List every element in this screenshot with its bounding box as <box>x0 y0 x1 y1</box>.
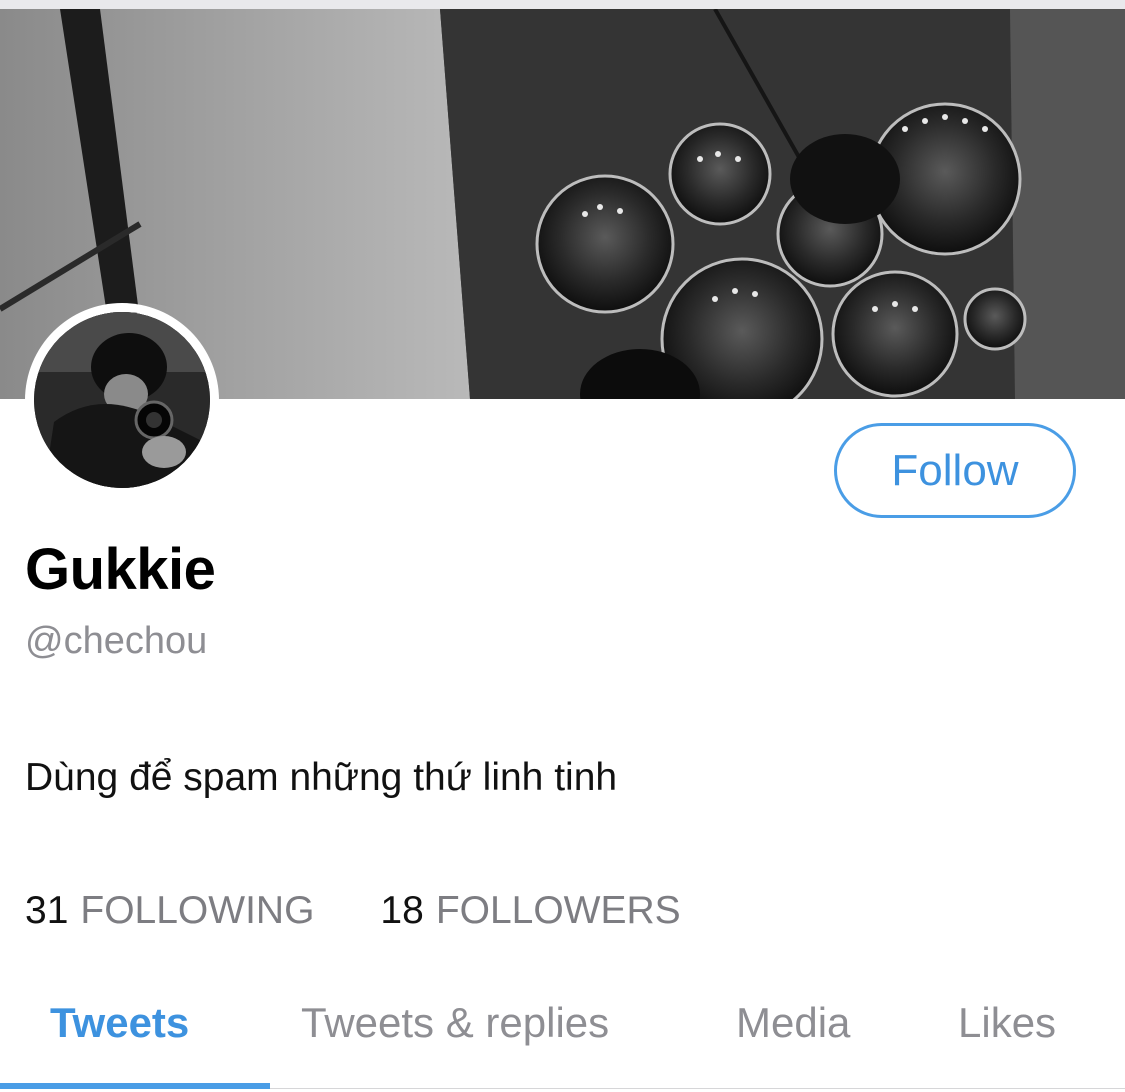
status-strip <box>0 0 1125 9</box>
tab-tweets[interactable]: Tweets <box>50 999 189 1047</box>
profile-avatar[interactable] <box>25 303 219 497</box>
tab-media[interactable]: Media <box>736 999 850 1047</box>
followers-stat[interactable]: 18 FOLLOWERS <box>380 889 680 933</box>
tab-tweets-and-replies[interactable]: Tweets & replies <box>301 999 609 1047</box>
profile-page: Follow Gukkie @chechou Dùng để spam nhữn… <box>0 0 1125 1092</box>
follow-button[interactable]: Follow <box>834 423 1076 518</box>
followers-count: 18 <box>380 889 424 932</box>
profile-tabs: Tweets Tweets & replies Media Likes <box>0 975 1125 1092</box>
profile-bio: Dùng để spam những thứ linh tinh <box>25 756 618 799</box>
profile-handle: @chechou <box>25 620 208 662</box>
avatar-photo <box>34 312 210 488</box>
following-count: 31 <box>25 889 69 932</box>
tab-likes[interactable]: Likes <box>958 999 1056 1047</box>
active-tab-indicator <box>0 1083 270 1089</box>
profile-stats: 31 FOLLOWING 18 FOLLOWERS <box>25 889 681 933</box>
following-label: FOLLOWING <box>80 889 315 932</box>
following-stat[interactable]: 31 FOLLOWING <box>25 889 314 933</box>
profile-display-name: Gukkie <box>25 537 216 602</box>
followers-label: FOLLOWERS <box>435 889 681 932</box>
